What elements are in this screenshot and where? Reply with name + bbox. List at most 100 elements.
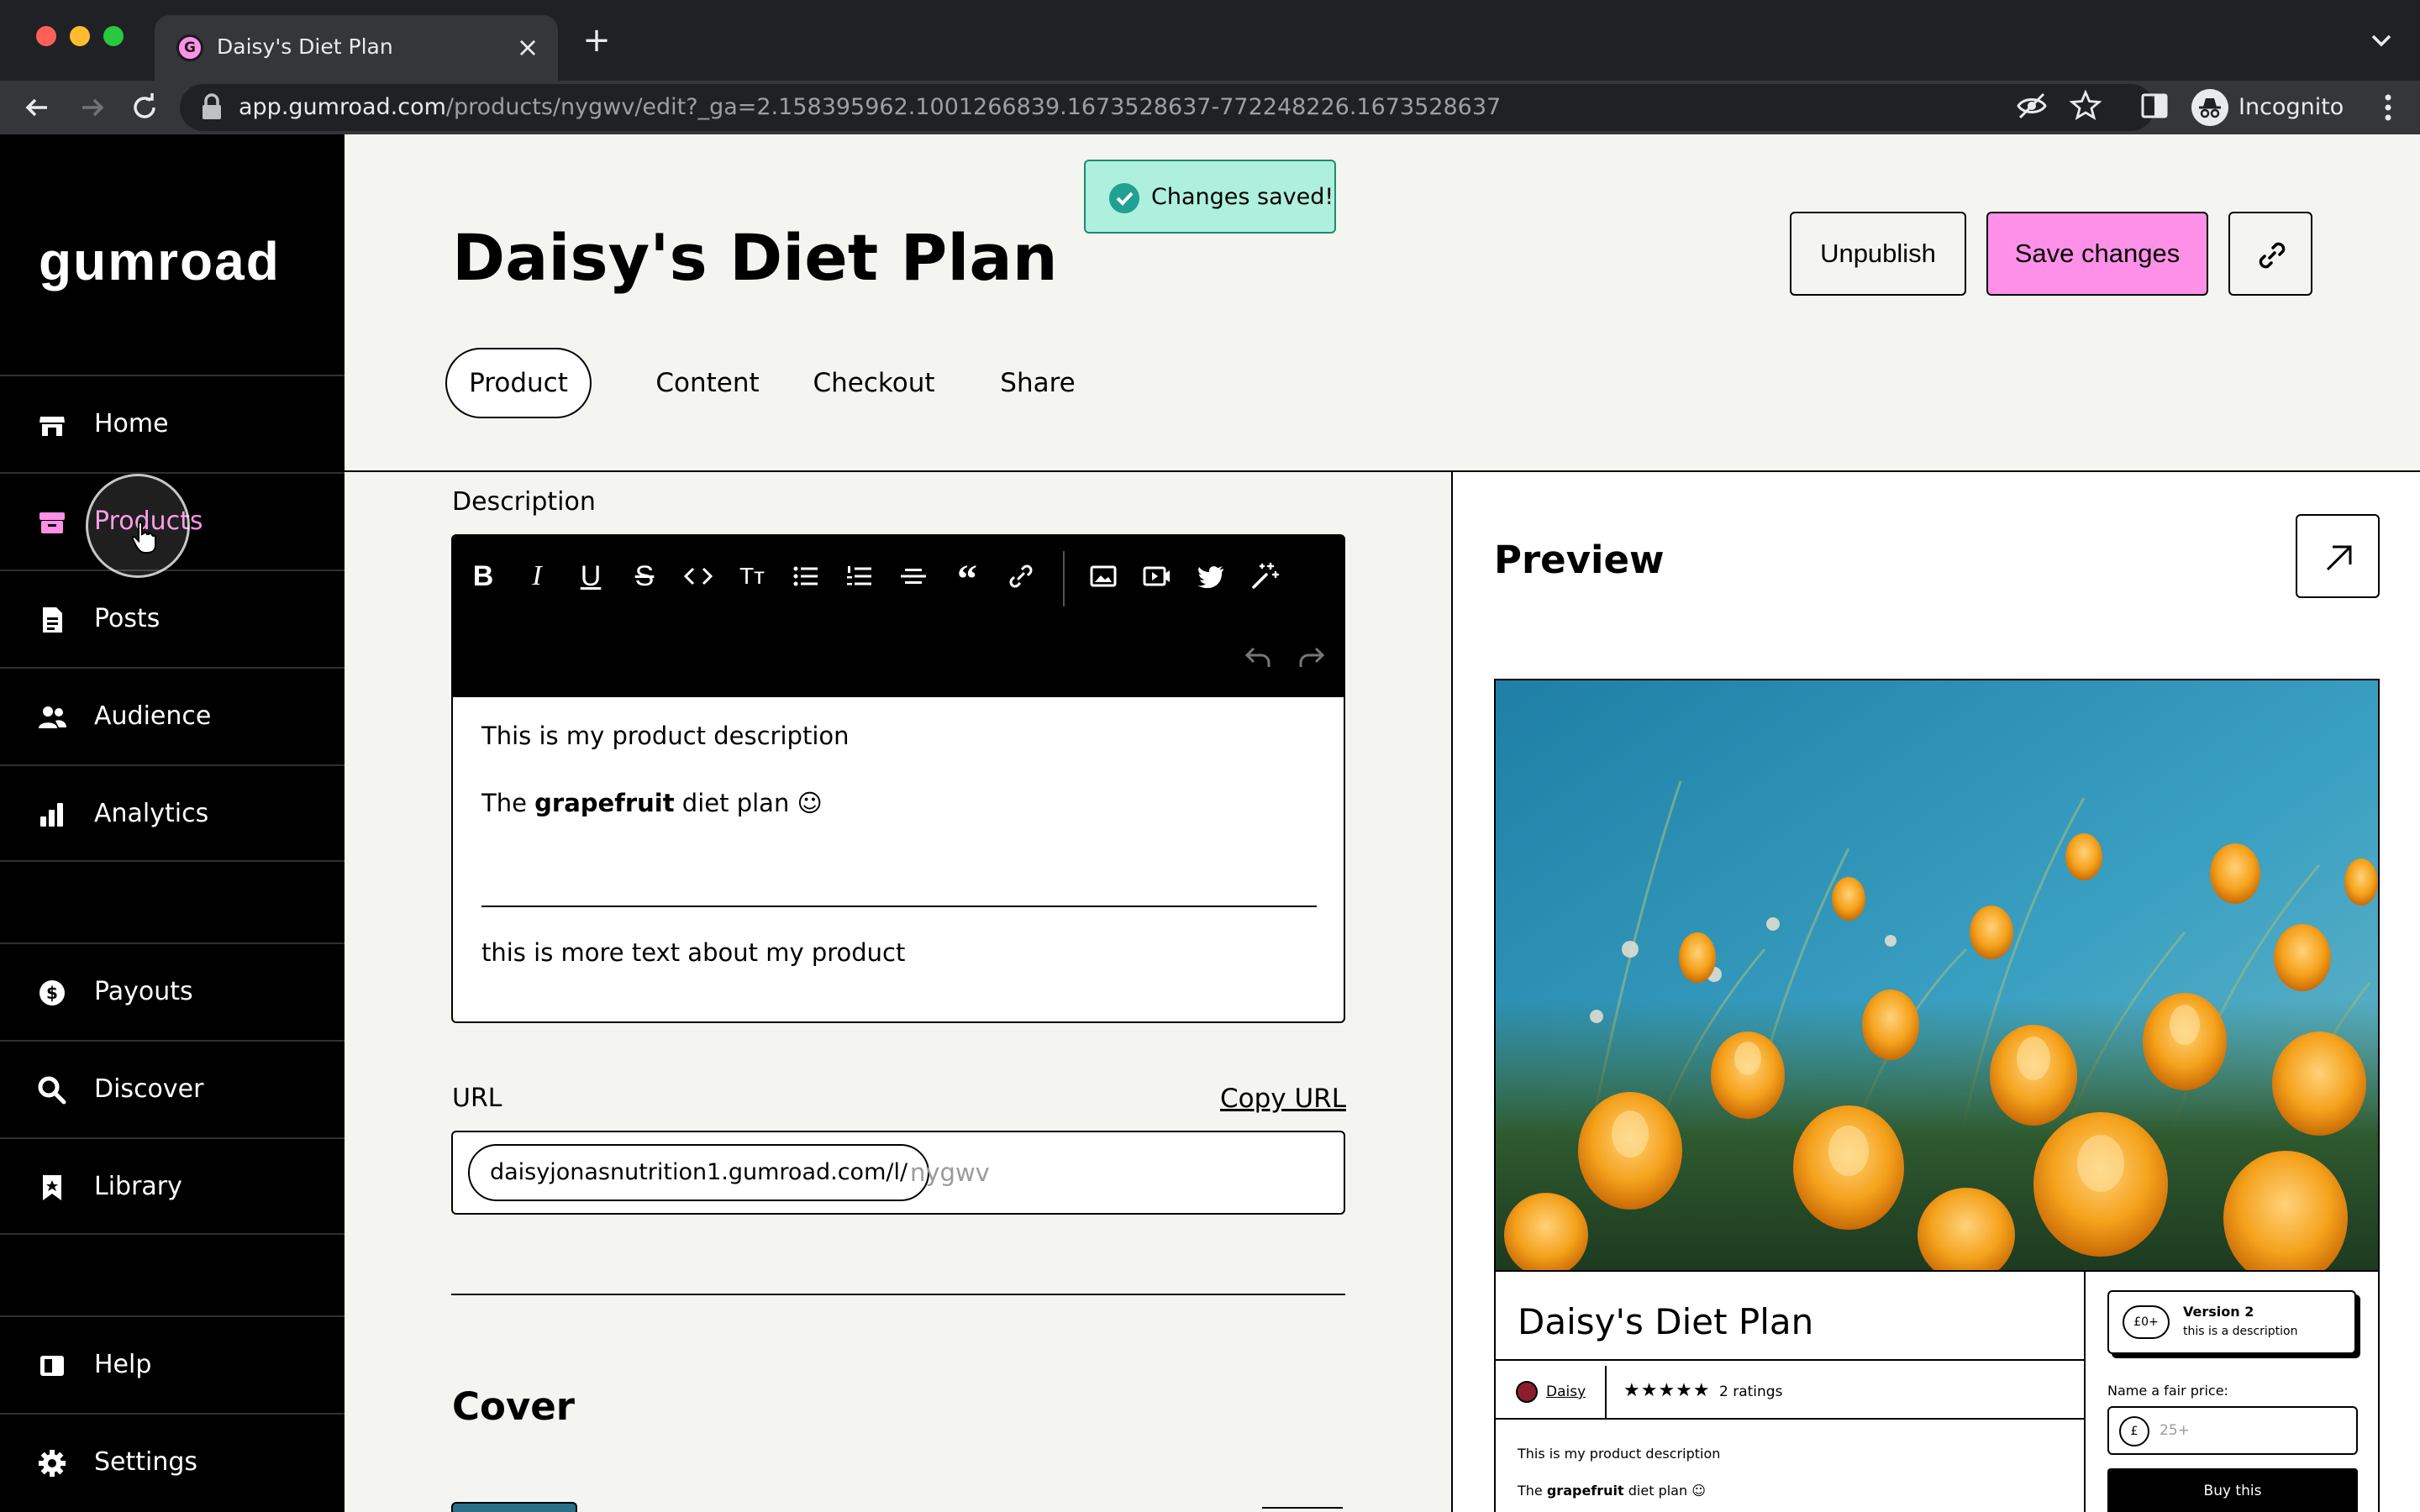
users-icon [39,706,66,728]
ratings-count: 2 ratings [1719,1383,1783,1400]
window-minimize-button[interactable] [70,26,90,46]
tab-close-icon[interactable]: × [511,30,544,64]
url-prefix-pill: daisyjonasnutrition1.gumroad.com/l/ [468,1144,930,1201]
editor-paragraph: The grapefruit diet plan ☺ [481,789,823,817]
tab-search-chevron-icon[interactable] [2366,25,2396,55]
eye-off-icon[interactable] [2013,87,2050,124]
bookmark-icon [43,1175,61,1200]
archive-box-icon [39,512,65,533]
address-url[interactable]: app.gumroad.com/products/nygwv/edit?_ga=… [239,87,1501,129]
search-icon [38,1076,66,1105]
bar-chart-icon [40,803,63,827]
horizontal-rule-icon[interactable] [898,561,929,591]
sidebar-item-discover[interactable]: Discover [0,1042,345,1137]
version-description: this is a description [2183,1325,2298,1338]
bookmark-star-icon[interactable] [2067,87,2104,124]
underline-icon[interactable]: U [576,561,606,591]
sidebar-item-label: Audience [94,701,212,731]
tab-checkout[interactable]: Checkout [798,348,950,418]
version-name: Version 2 [2183,1304,2254,1320]
store-icon [39,417,65,436]
preview-divider [1605,1366,1607,1418]
sidebar-divider [0,1233,345,1235]
sidebar-item-label: Analytics [94,799,209,828]
back-arrow-icon[interactable] [20,91,54,124]
description-label: Description [452,487,596,517]
gumroad-favicon-icon: G [176,34,203,61]
sidebar-item-label: Help [94,1350,152,1379]
sidebar-item-label: Payouts [94,977,193,1006]
code-icon[interactable] [683,561,713,591]
preview-divider [1496,1359,2084,1361]
video-icon[interactable] [1142,561,1172,591]
sparkle-embed-icon[interactable] [1249,561,1280,591]
blockquote-icon[interactable]: “ [952,559,982,600]
copy-url-link[interactable]: Copy URL [1220,1082,1346,1116]
side-panel-icon[interactable] [2136,87,2173,124]
cover-image-thumbnail[interactable] [451,1502,577,1512]
forward-arrow-icon[interactable] [76,91,109,124]
new-tab-icon[interactable]: + [580,24,613,57]
version-option[interactable]: £0+ Version 2 this is a description [2107,1290,2356,1354]
dollar-circle-icon: $ [39,980,65,1005]
numbered-list-icon[interactable] [844,561,875,591]
sidebar-item-label: Settings [94,1447,198,1477]
italic-icon[interactable]: I [522,561,552,591]
link-icon[interactable] [1006,561,1036,591]
sidebar-item-audience[interactable]: Audience [0,669,345,764]
preview-product-info: Daisy's Diet Plan Daisy ★★★★★ 2 ratings … [1496,1272,2084,1512]
browser-tab-bar: G Daisy's Diet Plan × + [0,0,2420,81]
window-close-button[interactable] [36,26,56,46]
copy-link-button[interactable] [2228,212,2312,296]
strikethrough-icon[interactable]: S [629,561,660,591]
browser-menu-icon[interactable] [2371,87,2405,128]
buy-button[interactable]: Buy this [2107,1468,2358,1512]
open-preview-button[interactable] [2296,514,2380,598]
browser-tab[interactable]: G Daisy's Diet Plan × [155,15,558,81]
tab-product[interactable]: Product [445,348,592,418]
cover-section-title: Cover [452,1384,575,1429]
sidebar-item-help[interactable]: Help [0,1317,345,1413]
text-size-icon[interactable]: Tт [737,561,767,591]
redo-icon[interactable] [1297,642,1327,672]
bold-icon[interactable]: B [468,561,498,591]
reload-icon[interactable] [128,91,161,124]
bold-text: grapefruit [534,789,675,817]
cover-image [1496,680,2378,1270]
sidebar-item-settings[interactable]: Settings [0,1415,345,1510]
editor-toolbar: B I U S Tт “ [453,536,1344,697]
twitter-icon[interactable] [1196,561,1226,591]
fair-price-label: Name a fair price: [2107,1383,2228,1399]
toolbar-separator [1063,551,1065,606]
url-field: daisyjonasnutrition1.gumroad.com/l/ [451,1131,1345,1215]
gumroad-logo[interactable]: Gumroad [39,223,281,299]
sidebar-item-label: Home [94,409,169,438]
cover-upload-button[interactable] [1262,1507,1343,1512]
sidebar-item-home[interactable]: Home [0,376,345,472]
sidebar-item-posts[interactable]: Posts [0,571,345,667]
url-slug-input[interactable] [910,1147,1313,1198]
section-divider [451,1294,1345,1295]
tab-content[interactable]: Content [613,348,802,418]
sidebar-item-payouts[interactable]: $ Payouts [0,944,345,1040]
window-zoom-button[interactable] [103,26,124,46]
unpublish-button[interactable]: Unpublish [1790,212,1966,296]
incognito-profile-button[interactable]: Incognito [2188,84,2348,131]
image-icon[interactable] [1088,561,1118,591]
tab-share[interactable]: Share [965,348,1111,418]
editor-paragraph: this is more text about my product [481,938,906,967]
author-link[interactable]: Daisy [1546,1378,1586,1406]
gear-icon [39,1450,66,1477]
price-input[interactable]: £ 25+ [2107,1406,2358,1455]
preview-description-line: The grapefruit diet plan ☺ [1518,1483,1706,1499]
hand-cursor-icon [131,521,156,554]
sidebar-item-library[interactable]: Library [0,1139,345,1235]
save-changes-button[interactable]: Save changes [1986,212,2208,296]
description-editor: B I U S Tт “ This is my product descript… [451,534,1345,1023]
arrow-up-right-icon [2326,545,2352,571]
undo-icon[interactable] [1243,642,1273,672]
sidebar-item-analytics[interactable]: Analytics [0,766,345,862]
bullet-list-icon[interactable] [791,561,821,591]
rating-stars: ★★★★★ [1623,1380,1711,1401]
preview-description-line: This is my product description [1518,1446,1721,1462]
